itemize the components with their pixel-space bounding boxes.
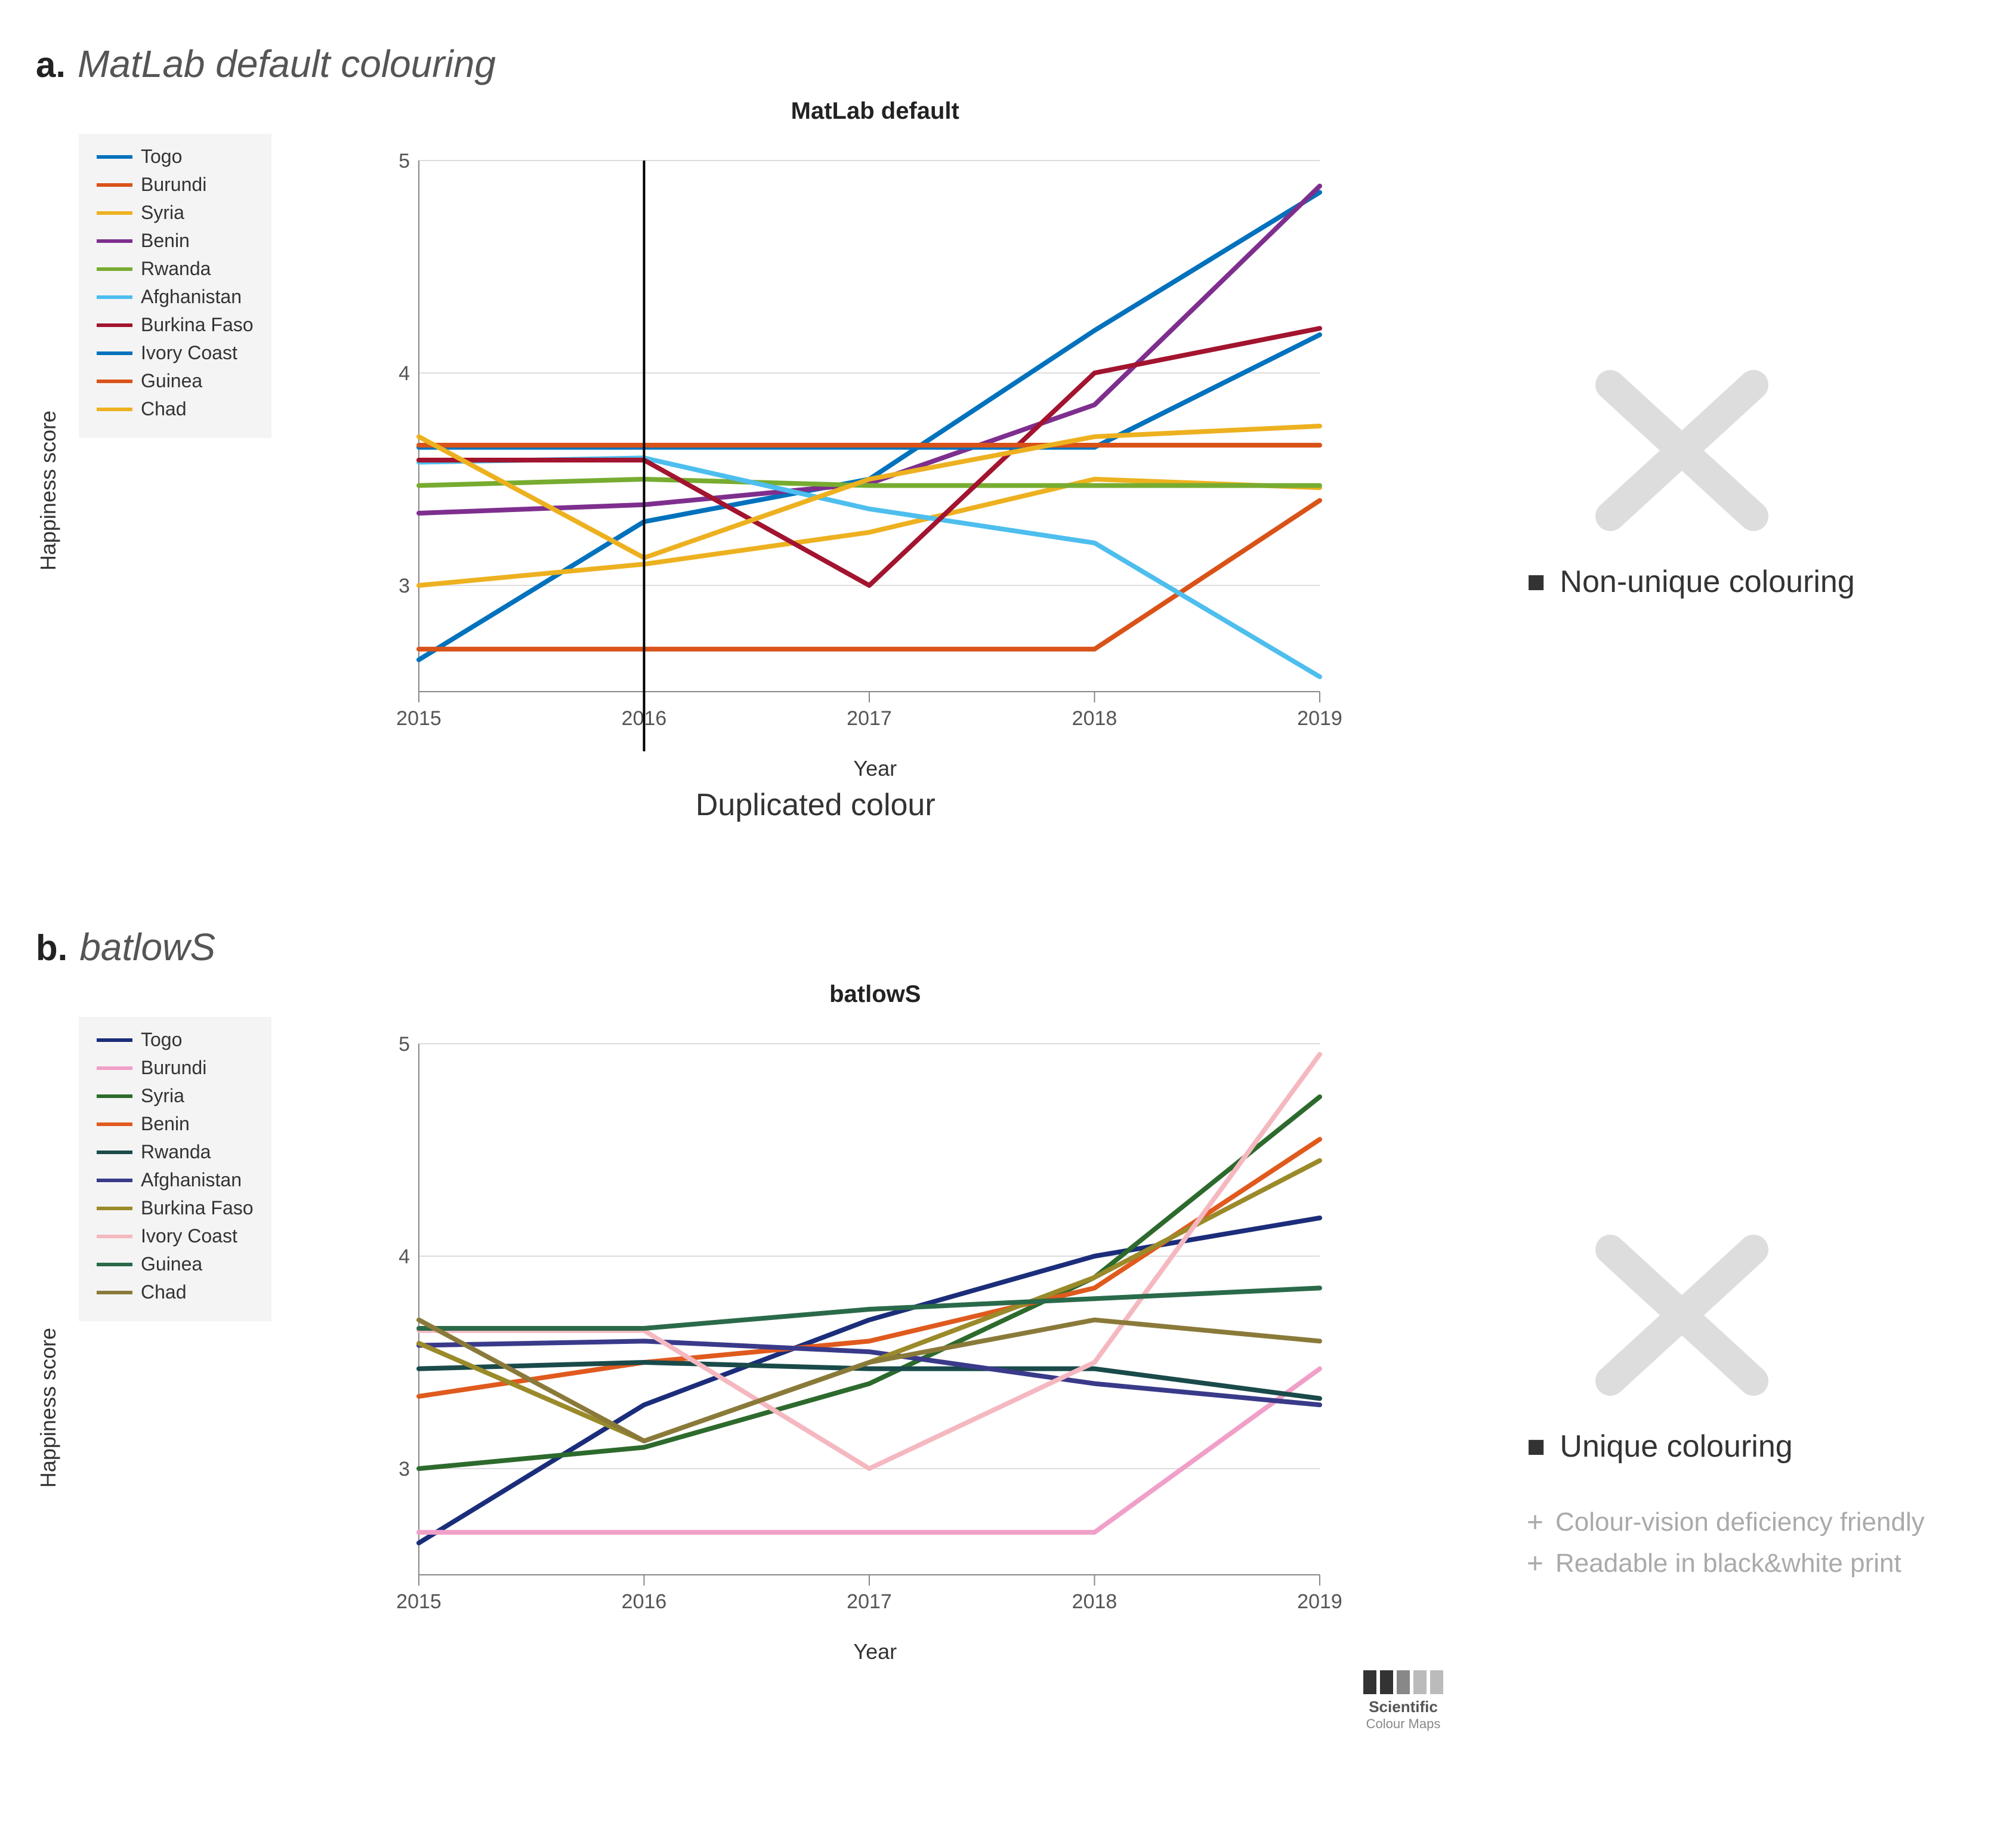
chart-area-b: b. batlowS Happiness score Togo Burundi … xyxy=(36,919,1479,1835)
chart-with-legend-a: Togo Burundi Syria Benin Rwanda Afghanis… xyxy=(67,98,1479,883)
legend-item: Ivory Coast xyxy=(97,342,254,364)
legend-item: Guinea xyxy=(97,1253,254,1275)
svg-text:3: 3 xyxy=(399,1458,410,1481)
legend-item: Burundi xyxy=(97,1057,254,1079)
legend-item: Syria xyxy=(97,202,254,224)
page-container: a. MatLab default colouring Happiness sc… xyxy=(0,0,2016,1835)
svg-text:2017: 2017 xyxy=(847,707,892,730)
legend-b: Togo Burundi Syria Benin Rwanda Afghanis… xyxy=(79,1017,271,1321)
duplicated-label: Duplicated colour xyxy=(696,787,936,823)
svg-text:3: 3 xyxy=(399,575,410,597)
chart-svg-b: 3 4 5 2015 2016 2017 2018 2019 xyxy=(383,1008,1367,1634)
section-title-b: batlowS xyxy=(79,925,215,969)
annotation-text-a: Non-unique colouring xyxy=(1560,564,1854,600)
section-header-b: b. batlowS xyxy=(36,919,1479,969)
svg-text:2015: 2015 xyxy=(396,1590,442,1613)
legend-item: Burundi xyxy=(97,174,254,196)
svg-text:2015: 2015 xyxy=(396,707,442,730)
legend-item: Rwanda xyxy=(97,1141,254,1163)
svg-text:2018: 2018 xyxy=(1072,1590,1117,1613)
svg-text:2019: 2019 xyxy=(1297,1590,1342,1613)
y-axis-label-a: Happiness score xyxy=(36,411,61,570)
x-mark-svg xyxy=(1592,367,1771,534)
legend-item: Benin xyxy=(97,1113,254,1135)
annotation-a: ■ Non-unique colouring xyxy=(1527,564,1855,600)
annotation-sub-1: + Colour-vision deficiency friendly xyxy=(1527,1506,1925,1539)
svg-text:2017: 2017 xyxy=(847,1590,892,1613)
section-b: b. batlowS Happiness score Togo Burundi … xyxy=(0,883,2016,1835)
chart-with-legend-b: Togo Burundi Syria Benin Rwanda Afghanis… xyxy=(67,981,1479,1835)
legend-item: Syria xyxy=(97,1085,254,1107)
check-mark-svg xyxy=(1592,1232,1771,1399)
chart-main-a: Happiness score Togo Burundi Syria Benin… xyxy=(36,98,1479,883)
legend-item: Burkina Faso xyxy=(97,314,254,336)
legend-item: Togo xyxy=(97,146,254,168)
svg-text:4: 4 xyxy=(399,362,410,385)
legend-item: Burkina Faso xyxy=(97,1197,254,1219)
legend-item: Chad xyxy=(97,398,254,420)
section-a: a. MatLab default colouring Happiness sc… xyxy=(0,0,2016,883)
right-panel-a: ■ Non-unique colouring xyxy=(1479,36,2016,883)
annotation-b-main: ■ Unique colouring xyxy=(1527,1429,1793,1464)
legend-item: Rwanda xyxy=(97,258,254,280)
chart-main-b: Happiness score Togo Burundi Syria Benin… xyxy=(36,981,1479,1835)
section-label-b: b. xyxy=(36,927,67,969)
section-header-a: a. MatLab default colouring xyxy=(36,36,1479,86)
legend-item: Afghanistan xyxy=(97,286,254,308)
annotation-text-b: Unique colouring xyxy=(1560,1429,1792,1464)
svg-text:2018: 2018 xyxy=(1072,707,1117,730)
annotation-sub-2: + Readable in black&white print xyxy=(1527,1547,1901,1580)
svg-text:2016: 2016 xyxy=(621,1590,666,1613)
y-axis-label-b: Happiness score xyxy=(36,1328,61,1488)
x-axis-label-b: Year xyxy=(853,1639,897,1664)
chart-area-a: a. MatLab default colouring Happiness sc… xyxy=(36,36,1479,883)
legend-item: Afghanistan xyxy=(97,1169,254,1191)
legend-item: Togo xyxy=(97,1029,254,1051)
scientific-logo: Scientific Colour Maps xyxy=(1363,1670,1443,1732)
chart-title-b: batlowS xyxy=(829,981,921,1008)
legend-item: Ivory Coast xyxy=(97,1225,254,1247)
legend-item: Guinea xyxy=(97,370,254,392)
section-title-a: MatLab default colouring xyxy=(78,42,496,86)
svg-text:5: 5 xyxy=(399,150,410,172)
section-label-a: a. xyxy=(36,44,66,85)
right-panel-b: ■ Unique colouring + Colour-vision defic… xyxy=(1479,919,2016,1835)
chart-title-a: MatLab default xyxy=(791,98,959,125)
svg-text:2019: 2019 xyxy=(1297,707,1342,730)
x-axis-label-a: Year xyxy=(853,756,897,781)
svg-text:5: 5 xyxy=(399,1033,410,1056)
legend-item: Benin xyxy=(97,230,254,252)
legend-item: Chad xyxy=(97,1281,254,1303)
svg-text:4: 4 xyxy=(399,1245,410,1268)
legend-a: Togo Burundi Syria Benin Rwanda Afghanis… xyxy=(79,134,271,438)
chart-svg-a: 34520152016201720182019 xyxy=(383,125,1367,751)
